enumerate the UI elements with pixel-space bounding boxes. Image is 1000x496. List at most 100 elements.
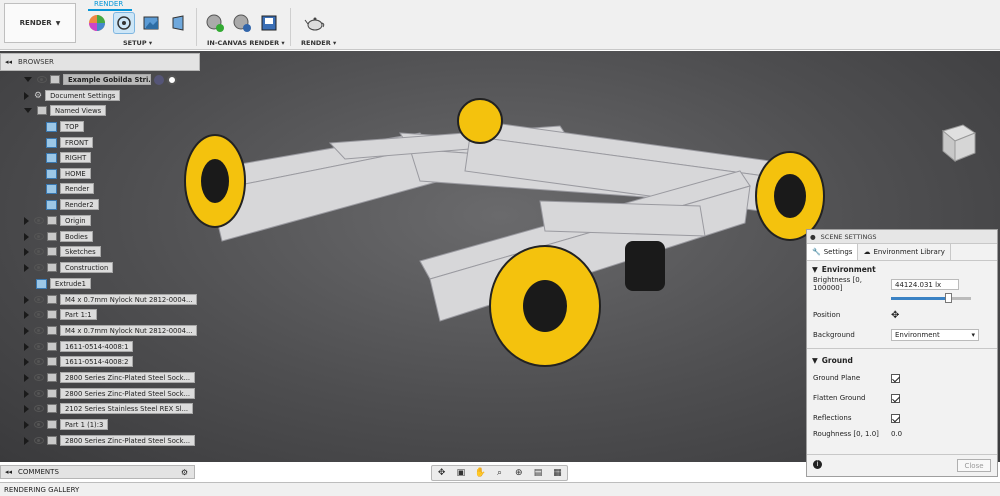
eye-icon[interactable] bbox=[34, 405, 44, 412]
browser-item[interactable]: Construction bbox=[24, 261, 114, 274]
component-item[interactable]: 2800 Series Zinc-Plated Steel Sock... bbox=[24, 434, 196, 447]
workspace-switcher[interactable]: RENDER ▼ bbox=[4, 3, 76, 43]
reflections-checkbox[interactable] bbox=[891, 413, 900, 423]
look-at-icon[interactable]: ▣ bbox=[455, 468, 467, 478]
component-icon[interactable] bbox=[154, 74, 164, 85]
component-item[interactable]: 1611-0514-4008:1 bbox=[24, 340, 134, 353]
flatten-ground-checkbox[interactable] bbox=[891, 393, 900, 403]
component-item[interactable]: Part 1 (1):3 bbox=[24, 418, 109, 431]
eye-icon[interactable] bbox=[34, 374, 44, 381]
eye-icon[interactable] bbox=[34, 311, 44, 318]
expand-arrow-icon[interactable] bbox=[24, 420, 29, 429]
collapse-arrow-icon[interactable]: ▼ bbox=[812, 265, 818, 274]
named-view-item[interactable]: FRONT bbox=[46, 136, 94, 149]
render-group-label[interactable]: RENDER ▾ bbox=[301, 39, 336, 47]
brightness-slider[interactable] bbox=[807, 291, 997, 305]
eye-icon[interactable] bbox=[34, 217, 44, 224]
named-view-item[interactable]: Render bbox=[46, 182, 95, 195]
expand-arrow-icon[interactable] bbox=[24, 404, 29, 413]
comments-panel-header[interactable]: ◂◂ COMMENTS ⚙ bbox=[0, 465, 195, 479]
expand-arrow-icon[interactable] bbox=[24, 342, 29, 351]
expand-arrow-icon[interactable] bbox=[24, 247, 29, 256]
panel-menu-icon[interactable]: ● bbox=[810, 233, 816, 241]
in-canvas-render-group-label[interactable]: IN-CANVAS RENDER ▾ bbox=[207, 39, 285, 47]
tab-environment-library[interactable]: ☁ Environment Library bbox=[858, 244, 951, 260]
browser-item[interactable]: Sketches bbox=[24, 245, 101, 258]
eye-icon[interactable] bbox=[34, 343, 44, 350]
eye-icon[interactable] bbox=[34, 437, 44, 444]
appearance-button[interactable] bbox=[86, 12, 108, 34]
brightness-input[interactable]: 44124.031 lx bbox=[891, 278, 959, 290]
in-canvas-render-button[interactable] bbox=[204, 12, 226, 34]
eye-icon[interactable] bbox=[34, 421, 44, 428]
texture-map-button[interactable] bbox=[167, 12, 189, 34]
component-item[interactable]: M4 x 0.7mm Nylock Nut 2812-0004... bbox=[24, 293, 198, 306]
eye-icon[interactable] bbox=[34, 358, 44, 365]
component-item[interactable]: 2102 Series Stainless Steel REX Sl... bbox=[24, 402, 194, 415]
zoom-icon[interactable]: ⌕ bbox=[493, 468, 505, 478]
browser-item[interactable]: Bodies bbox=[24, 230, 93, 243]
expand-arrow-icon[interactable] bbox=[24, 108, 32, 113]
zoom-window-icon[interactable]: ⊕ bbox=[513, 468, 525, 478]
expand-arrow-icon[interactable] bbox=[24, 310, 29, 319]
browser-root[interactable]: Example Gobilda Stri... bbox=[24, 73, 177, 86]
environment-section-header[interactable]: ▼ Environment bbox=[807, 261, 997, 277]
component-item[interactable]: M4 x 0.7mm Nylock Nut 2812-0004... bbox=[24, 324, 198, 337]
component-item[interactable]: 2800 Series Zinc-Plated Steel Sock... bbox=[24, 371, 196, 384]
in-canvas-settings-button[interactable] bbox=[231, 12, 253, 34]
component-item[interactable]: Part 1:1 bbox=[24, 308, 97, 321]
eye-icon[interactable] bbox=[34, 390, 44, 397]
ground-section-header[interactable]: ▼ Ground bbox=[807, 352, 997, 368]
browser-panel-header[interactable]: ◂◂ BROWSER bbox=[0, 53, 200, 71]
roughness-input[interactable]: 0.0 bbox=[891, 430, 902, 438]
named-view-item[interactable]: RIGHT bbox=[46, 151, 92, 164]
rendering-gallery-bar[interactable]: RENDERING GALLERY bbox=[0, 482, 1000, 496]
timeline-feature[interactable]: Extrude1 bbox=[36, 277, 91, 290]
close-button[interactable]: Close bbox=[957, 459, 991, 472]
expand-arrow-icon[interactable] bbox=[24, 216, 29, 225]
expand-arrow-icon[interactable] bbox=[24, 91, 29, 100]
component-item[interactable]: 1611-0514-4008:2 bbox=[24, 355, 134, 368]
gear-icon[interactable]: ⚙ bbox=[181, 468, 188, 477]
viewcube[interactable] bbox=[935, 121, 977, 163]
browser-item[interactable]: Origin bbox=[24, 214, 91, 227]
decal-button[interactable] bbox=[140, 12, 162, 34]
background-select[interactable]: Environment ▾ bbox=[891, 329, 979, 341]
capture-image-button[interactable] bbox=[258, 12, 280, 34]
eye-icon[interactable] bbox=[34, 248, 44, 255]
scene-settings-button[interactable] bbox=[113, 12, 135, 34]
expand-arrow-icon[interactable] bbox=[24, 263, 29, 272]
expand-arrow-icon[interactable] bbox=[24, 357, 29, 366]
browser-item[interactable]: Named Views bbox=[24, 104, 107, 117]
expand-arrow-icon[interactable] bbox=[24, 326, 29, 335]
named-view-item[interactable]: Render2 bbox=[46, 198, 99, 211]
ground-plane-checkbox[interactable] bbox=[891, 373, 900, 383]
browser-item[interactable]: ⚙ Document Settings bbox=[24, 89, 121, 102]
named-view-item[interactable]: TOP bbox=[46, 120, 84, 133]
grid-settings-icon[interactable]: ▦ bbox=[551, 468, 563, 478]
expand-arrow-icon[interactable] bbox=[24, 77, 32, 82]
named-view-item[interactable]: HOME bbox=[46, 167, 91, 180]
move-icon[interactable]: ✥ bbox=[891, 310, 899, 321]
expand-arrow-icon[interactable] bbox=[24, 373, 29, 382]
eye-icon[interactable] bbox=[34, 233, 44, 240]
info-icon[interactable]: i bbox=[813, 460, 822, 469]
slider-thumb[interactable] bbox=[945, 292, 952, 303]
display-settings-icon[interactable]: ▤ bbox=[532, 468, 544, 478]
expand-arrow-icon[interactable] bbox=[24, 436, 29, 445]
component-item[interactable]: 2800 Series Zinc-Plated Steel Sock... bbox=[24, 387, 196, 400]
eye-icon[interactable] bbox=[34, 327, 44, 334]
eye-icon[interactable] bbox=[34, 264, 44, 271]
expand-icon[interactable]: ◂◂ bbox=[5, 468, 12, 476]
scene-settings-header[interactable]: ● SCENE SETTINGS bbox=[807, 230, 997, 244]
setup-group-label[interactable]: SETUP ▾ bbox=[123, 39, 152, 47]
expand-arrow-icon[interactable] bbox=[24, 232, 29, 241]
eye-icon[interactable] bbox=[37, 76, 47, 83]
orbit-icon[interactable]: ✥ bbox=[436, 468, 448, 478]
tab-settings[interactable]: 🔧 Settings bbox=[807, 244, 859, 260]
collapse-arrow-icon[interactable]: ▼ bbox=[812, 356, 818, 365]
collapse-icon[interactable]: ◂◂ bbox=[5, 58, 12, 66]
tab-render[interactable]: RENDER bbox=[94, 0, 123, 8]
eye-icon[interactable] bbox=[34, 296, 44, 303]
pan-hand-icon[interactable]: ✋ bbox=[474, 468, 486, 478]
